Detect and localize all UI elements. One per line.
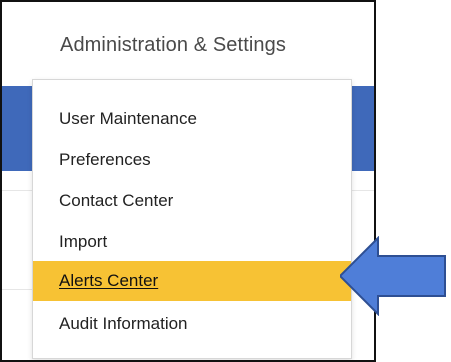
menu-item-label: Preferences <box>59 150 151 169</box>
admin-settings-window: Administration & Settings User Maintenan… <box>0 0 376 362</box>
menu-item-label: Audit Information <box>59 314 188 333</box>
menu-item-alerts-center[interactable]: Alerts Center <box>33 261 351 301</box>
dropdown-menu: User Maintenance Preferences Contact Cen… <box>32 79 352 359</box>
menu-item-label: User Maintenance <box>59 109 197 128</box>
menu-item-label: Import <box>59 232 108 251</box>
menu-item-preferences[interactable]: Preferences <box>33 140 351 180</box>
menu-item-label: Contact Center <box>59 191 174 210</box>
administration-settings-button[interactable]: Administration & Settings <box>60 34 286 57</box>
menu-item-user-maintenance[interactable]: User Maintenance <box>33 99 351 139</box>
menu-item-label: Alerts Center <box>59 271 159 290</box>
menu-item-audit-information[interactable]: Audit Information <box>33 304 351 344</box>
right-arrow-icon <box>340 236 446 316</box>
menu-item-import[interactable]: Import <box>33 222 351 262</box>
menu-item-contact-center[interactable]: Contact Center <box>33 181 351 221</box>
